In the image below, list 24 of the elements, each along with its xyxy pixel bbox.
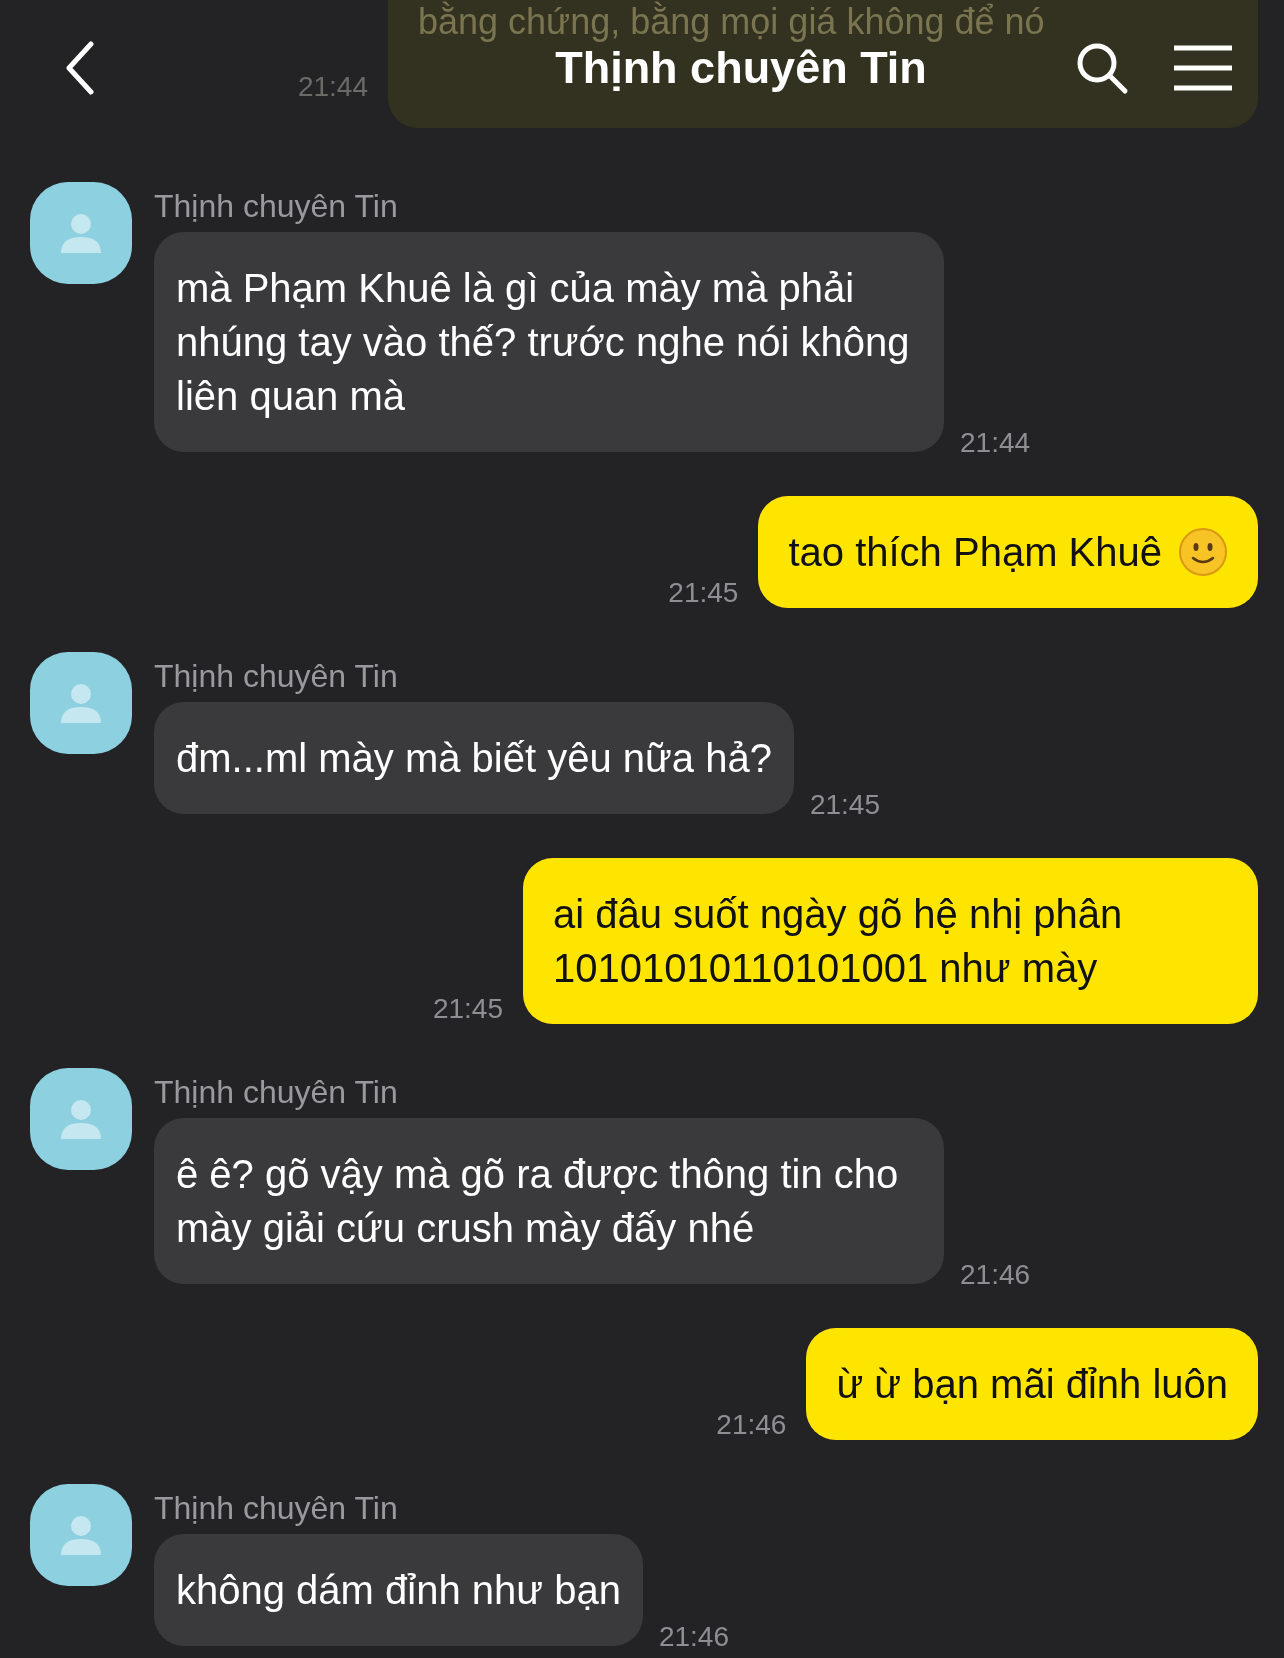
chat-title: Thịnh chuyên Tin: [555, 41, 927, 95]
message-time: 21:44: [960, 426, 1031, 460]
message-time: 21:46: [658, 1620, 729, 1654]
sender-name: Thịnh chuyên Tin: [154, 187, 399, 226]
person-icon: [59, 211, 103, 255]
sender-name: Thịnh chuyên Tin: [154, 657, 399, 696]
sender-name: Thịnh chuyên Tin: [154, 1489, 399, 1528]
message-time: 21:45: [432, 992, 503, 1026]
message-bubble: không dám đỉnh như bạn: [154, 1534, 643, 1646]
message-bubble: ừ ừ bạn mãi đỉnh luôn: [806, 1328, 1258, 1440]
person-icon: [59, 1513, 103, 1557]
message-bubble: tao thích Phạm Khuê: [758, 496, 1258, 608]
message-bubble: mà Phạm Khuê là gì của mày mà phải nhúng tay vào thế? trước nghe nói không liên quan mà: [154, 232, 944, 452]
message-bubble: ê ê? gõ vậy mà gõ ra được thông tin cho mày giải cứu crush mày đấy nhé: [154, 1118, 944, 1284]
person-icon: [59, 1097, 103, 1141]
message-bubble: đm...ml mày mà biết yêu nữa hả?: [154, 702, 794, 814]
message-time: 21:45: [809, 788, 880, 822]
message-time: 21:46: [960, 1258, 1031, 1292]
message-time: 21:45: [668, 576, 739, 610]
person-icon: [59, 681, 103, 725]
message-bubble: ai đâu suốt ngày gõ hệ nhị phân 10101010110101001 như mày: [523, 858, 1258, 1024]
sender-name: Thịnh chuyên Tin: [154, 1073, 399, 1112]
message-time: 21:44: [297, 70, 368, 104]
message-time: 21:46: [716, 1408, 787, 1442]
